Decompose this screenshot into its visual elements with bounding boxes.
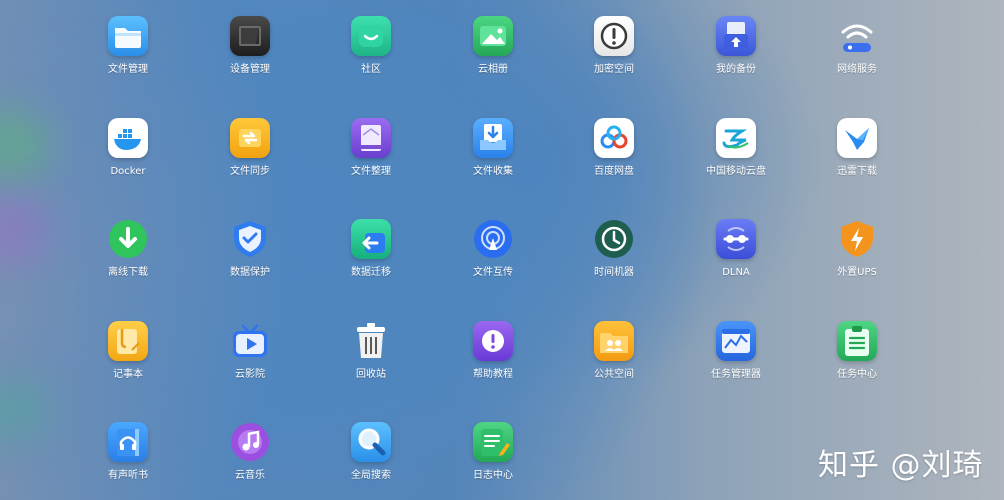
app-time-machine[interactable]: 时间机器 (564, 219, 664, 279)
app-file-collect[interactable]: 文件收集 (443, 118, 543, 178)
app-label: 时间机器 (594, 267, 634, 278)
sync-icon (230, 118, 270, 158)
app-label: 回收站 (356, 369, 386, 380)
airdrop-icon (473, 219, 513, 259)
inbox-download-icon (473, 118, 513, 158)
app-label: 百度网盘 (594, 166, 634, 177)
backup-icon (716, 16, 756, 56)
tv-play-icon (230, 321, 270, 361)
app-cloud-music[interactable]: 云音乐 (200, 422, 300, 482)
app-audiobook[interactable]: 有声听书 (78, 422, 178, 482)
app-file-organize[interactable]: 文件整理 (321, 118, 421, 178)
migrate-icon (351, 219, 391, 259)
app-cloud-cinema[interactable]: 云影院 (200, 321, 300, 381)
app-label: 迅雷下载 (837, 166, 877, 177)
app-xunlei-download[interactable]: 迅雷下载 (807, 118, 907, 178)
help-icon (473, 321, 513, 361)
app-label: Docker (110, 166, 146, 177)
docker-whale-icon (108, 118, 148, 158)
app-label: 文件收集 (473, 166, 513, 177)
app-log-center[interactable]: 日志中心 (443, 422, 543, 482)
clipboard-list-icon (837, 321, 877, 361)
app-label: 社区 (361, 64, 381, 75)
app-community[interactable]: 社区 (321, 16, 421, 76)
app-file-sync[interactable]: 文件同步 (200, 118, 300, 178)
bird-icon (837, 118, 877, 158)
app-label: 数据保护 (230, 267, 270, 278)
photo-icon (473, 16, 513, 56)
app-task-center[interactable]: 任务中心 (807, 321, 907, 381)
app-launcher-grid: 文件管理 设备管理 社区 云相册 加密空间 我的备份 网络服务 Docker 文… (0, 0, 1004, 500)
zhihu-watermark: 知乎 @刘琦 (818, 448, 984, 483)
shared-folder-icon (594, 321, 634, 361)
app-label: 任务管理器 (711, 369, 761, 380)
app-label: 文件管理 (108, 64, 148, 75)
headphone-book-icon (108, 422, 148, 462)
app-label: 任务中心 (837, 369, 877, 380)
app-label: 有声听书 (108, 470, 148, 481)
app-label: 中国移动云盘 (706, 166, 766, 177)
mobile-cloud-icon (716, 118, 756, 158)
app-help-tutorial[interactable]: 帮助教程 (443, 321, 543, 381)
baidu-cloud-icon (594, 118, 634, 158)
dlna-icon (716, 219, 756, 259)
app-label: 全局搜索 (351, 470, 391, 481)
app-external-ups[interactable]: 外置UPS (807, 219, 907, 279)
app-label: 帮助教程 (473, 369, 513, 380)
app-label: 文件整理 (351, 166, 391, 177)
app-label: 网络服务 (837, 64, 877, 75)
app-my-backup[interactable]: 我的备份 (686, 16, 786, 76)
app-encrypted-space[interactable]: 加密空间 (564, 16, 664, 76)
app-label: DLNA (722, 267, 750, 278)
app-global-search[interactable]: 全局搜索 (321, 422, 421, 482)
app-label: 数据迁移 (351, 267, 391, 278)
app-cloud-album[interactable]: 云相册 (443, 16, 543, 76)
folder-icon (108, 16, 148, 56)
app-recycle-bin[interactable]: 回收站 (321, 321, 421, 381)
download-arrow-icon (108, 219, 148, 259)
app-baidu-netdisk[interactable]: 百度网盘 (564, 118, 664, 178)
power-shield-icon (837, 219, 877, 259)
app-china-mobile-cloud[interactable]: 中国移动云盘 (686, 118, 786, 178)
app-network-service[interactable]: 网络服务 (807, 16, 907, 76)
app-file-manager[interactable]: 文件管理 (78, 16, 178, 76)
clock-history-icon (594, 219, 634, 259)
app-task-manager[interactable]: 任务管理器 (686, 321, 786, 381)
app-label: 文件互传 (473, 267, 513, 278)
wifi-icon (837, 16, 877, 56)
app-dlna[interactable]: DLNA (686, 219, 786, 279)
app-file-transfer[interactable]: 文件互传 (443, 219, 543, 279)
chat-smile-icon (351, 16, 391, 56)
app-label: 我的备份 (716, 64, 756, 75)
app-label: 文件同步 (230, 166, 270, 177)
app-data-protection[interactable]: 数据保护 (200, 219, 300, 279)
monitor-chart-icon (716, 321, 756, 361)
app-label: 设备管理 (230, 64, 270, 75)
device-icon (230, 16, 270, 56)
shield-check-icon (230, 219, 270, 259)
app-docker[interactable]: Docker (78, 118, 178, 178)
app-label: 日志中心 (473, 470, 513, 481)
note-icon (108, 321, 148, 361)
app-data-migration[interactable]: 数据迁移 (321, 219, 421, 279)
app-offline-download[interactable]: 离线下载 (78, 219, 178, 279)
app-label: 云音乐 (235, 470, 265, 481)
app-label: 加密空间 (594, 64, 634, 75)
app-notepad[interactable]: 记事本 (78, 321, 178, 381)
music-icon (230, 422, 270, 462)
app-label: 记事本 (113, 369, 143, 380)
log-pencil-icon (473, 422, 513, 462)
app-label: 云影院 (235, 369, 265, 380)
magnifier-icon (351, 422, 391, 462)
organize-icon (351, 118, 391, 158)
app-public-space[interactable]: 公共空间 (564, 321, 664, 381)
app-label: 公共空间 (594, 369, 634, 380)
trash-icon (351, 321, 391, 361)
app-label: 离线下载 (108, 267, 148, 278)
lock-icon (594, 16, 634, 56)
app-label: 云相册 (478, 64, 508, 75)
app-label: 外置UPS (837, 267, 877, 278)
app-device-manager[interactable]: 设备管理 (200, 16, 300, 76)
